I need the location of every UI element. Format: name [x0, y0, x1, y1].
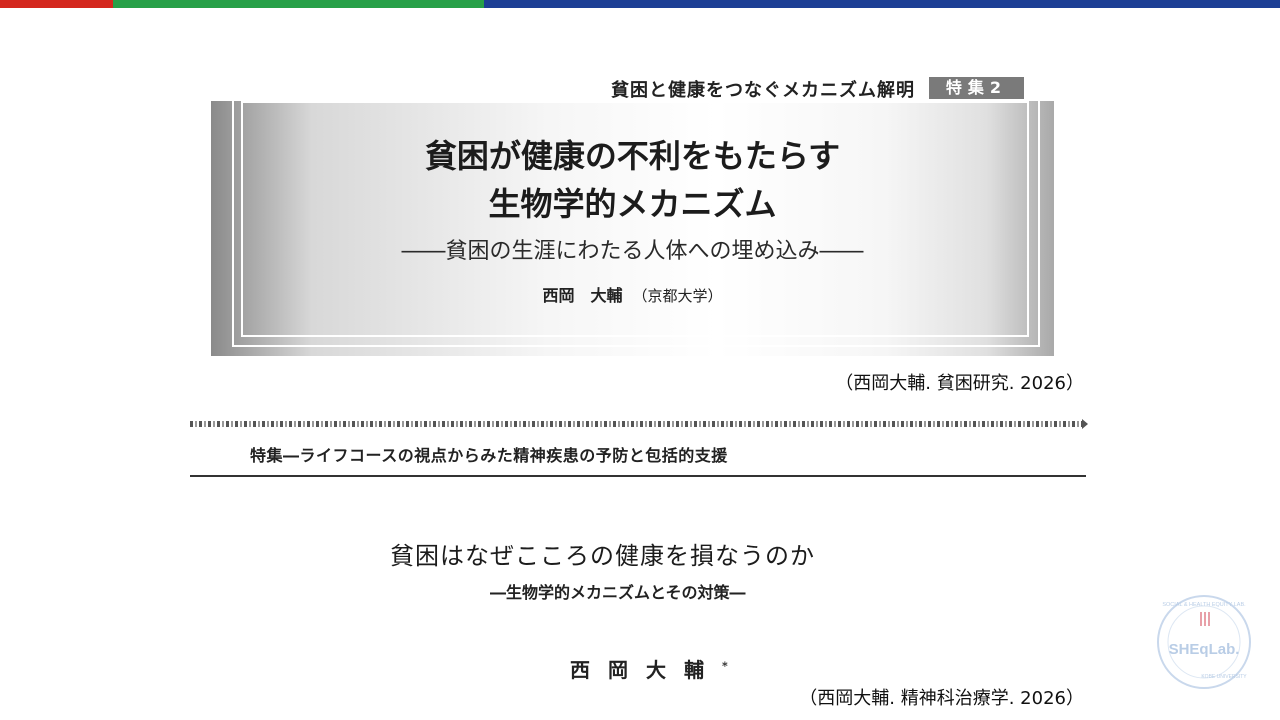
article2-author-mark: * [722, 659, 728, 673]
article2-rule [190, 475, 1086, 477]
article1-author: 西岡 大輔 [542, 286, 623, 305]
article1-citation: （西岡大輔. 貧困研究. 2026） [835, 373, 1084, 394]
top-bar-green-segment [113, 0, 484, 8]
logo-text: SHEqLab. [1169, 641, 1240, 658]
article1-title-line1: 貧困が健康の不利をもたらす [424, 137, 841, 175]
article2-author-line: 西岡大輔* [570, 654, 728, 683]
article2-line-arrow-icon [1082, 419, 1088, 429]
article1-badge: 特集2 [929, 77, 1024, 99]
article2-series: 特集―ライフコースの視点からみた精神疾患の予防と包括的支援 [250, 446, 728, 465]
cutlery-icon [1200, 612, 1210, 626]
article1-topic: 貧困と健康をつなぐメカニズム解明 [611, 80, 915, 101]
article2-citation: （西岡大輔. 精神科治療学. 2026） [799, 688, 1084, 709]
sheqlab-logo: SHEqLab. SOCIAL & HEALTH EQUITY LAB. KOB… [1157, 595, 1251, 689]
article1-header-image: 貧困と健康をつなぐメカニズム解明 特集2 貧困が健康の不利をもたらす 生物学的メ… [211, 73, 1054, 356]
article1-subtitle: ――貧困の生涯にわたる人体への埋め込み―― [401, 239, 864, 264]
logo-ring-text-top: SOCIAL & HEALTH EQUITY LAB. [1162, 602, 1246, 608]
logo-ring-text-bottom: KOBE UNIVERSITY [1201, 674, 1247, 680]
article2-decorative-line [190, 421, 1086, 427]
article1-affiliation: （京都大学） [632, 287, 723, 305]
article2-author: 西岡大輔 [570, 658, 722, 682]
article1-title-line2: 生物学的メカニズム [488, 185, 777, 223]
article2-header-image: 特集―ライフコースの視点からみた精神疾患の予防と包括的支援 貧困はなぜこころの健… [190, 418, 1088, 718]
article2-title: 貧困はなぜこころの健康を損なうのか [390, 542, 815, 570]
article1-author-line: 西岡 大輔 （京都大学） [211, 282, 1054, 306]
top-bar-red-segment [0, 0, 113, 8]
article2-subtitle: ―生物学的メカニズムとその対策― [490, 583, 746, 602]
top-color-bar [0, 0, 1280, 8]
top-bar-blue-segment [484, 0, 1280, 8]
